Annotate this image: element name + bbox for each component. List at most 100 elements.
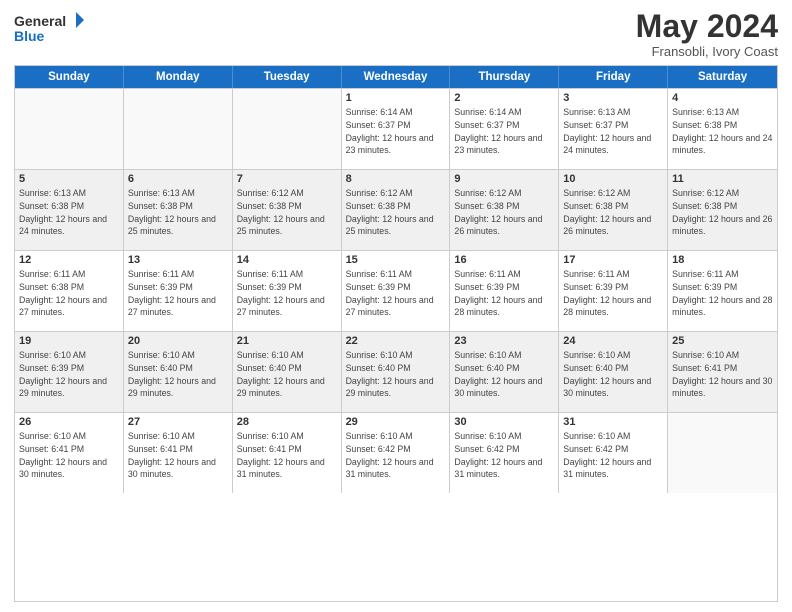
cal-cell [15, 89, 124, 169]
day-number: 1 [346, 92, 446, 104]
day-number: 15 [346, 254, 446, 266]
cal-cell: 6 Sunrise: 6:13 AM Sunset: 6:38 PM Dayli… [124, 170, 233, 250]
day-number: 4 [672, 92, 773, 104]
day-number: 2 [454, 92, 554, 104]
day-info: Sunrise: 6:10 AM Sunset: 6:40 PM Dayligh… [237, 349, 337, 400]
day-info: Sunrise: 6:12 AM Sunset: 6:38 PM Dayligh… [563, 187, 663, 238]
calendar-body: 1 Sunrise: 6:14 AM Sunset: 6:37 PM Dayli… [15, 88, 777, 493]
day-number: 18 [672, 254, 773, 266]
day-number: 20 [128, 335, 228, 347]
calendar-row-2: 5 Sunrise: 6:13 AM Sunset: 6:38 PM Dayli… [15, 169, 777, 250]
day-info: Sunrise: 6:10 AM Sunset: 6:40 PM Dayligh… [454, 349, 554, 400]
day-info: Sunrise: 6:10 AM Sunset: 6:41 PM Dayligh… [128, 430, 228, 481]
day-info: Sunrise: 6:12 AM Sunset: 6:38 PM Dayligh… [454, 187, 554, 238]
day-info: Sunrise: 6:10 AM Sunset: 6:41 PM Dayligh… [237, 430, 337, 481]
day-info: Sunrise: 6:10 AM Sunset: 6:41 PM Dayligh… [672, 349, 773, 400]
day-info: Sunrise: 6:10 AM Sunset: 6:40 PM Dayligh… [346, 349, 446, 400]
header-friday: Friday [559, 66, 668, 88]
cal-cell: 29 Sunrise: 6:10 AM Sunset: 6:42 PM Dayl… [342, 413, 451, 493]
cal-cell: 2 Sunrise: 6:14 AM Sunset: 6:37 PM Dayli… [450, 89, 559, 169]
day-info: Sunrise: 6:14 AM Sunset: 6:37 PM Dayligh… [346, 106, 446, 157]
day-info: Sunrise: 6:11 AM Sunset: 6:39 PM Dayligh… [672, 268, 773, 319]
day-number: 17 [563, 254, 663, 266]
header-tuesday: Tuesday [233, 66, 342, 88]
title-block: May 2024 Fransobli, Ivory Coast [636, 10, 778, 59]
calendar-header-row: Sunday Monday Tuesday Wednesday Thursday… [15, 66, 777, 88]
cal-cell: 14 Sunrise: 6:11 AM Sunset: 6:39 PM Dayl… [233, 251, 342, 331]
cal-cell: 12 Sunrise: 6:11 AM Sunset: 6:38 PM Dayl… [15, 251, 124, 331]
day-info: Sunrise: 6:14 AM Sunset: 6:37 PM Dayligh… [454, 106, 554, 157]
day-info: Sunrise: 6:13 AM Sunset: 6:38 PM Dayligh… [672, 106, 773, 157]
day-info: Sunrise: 6:11 AM Sunset: 6:39 PM Dayligh… [128, 268, 228, 319]
header-thursday: Thursday [450, 66, 559, 88]
cal-cell: 5 Sunrise: 6:13 AM Sunset: 6:38 PM Dayli… [15, 170, 124, 250]
day-info: Sunrise: 6:10 AM Sunset: 6:40 PM Dayligh… [128, 349, 228, 400]
svg-text:Blue: Blue [14, 28, 45, 44]
logo: General Blue [14, 10, 84, 46]
day-number: 8 [346, 173, 446, 185]
calendar: Sunday Monday Tuesday Wednesday Thursday… [14, 65, 778, 602]
logo-svg: General Blue [14, 10, 84, 46]
cal-cell: 1 Sunrise: 6:14 AM Sunset: 6:37 PM Dayli… [342, 89, 451, 169]
cal-cell: 7 Sunrise: 6:12 AM Sunset: 6:38 PM Dayli… [233, 170, 342, 250]
day-number: 12 [19, 254, 119, 266]
cal-cell: 3 Sunrise: 6:13 AM Sunset: 6:37 PM Dayli… [559, 89, 668, 169]
header-wednesday: Wednesday [342, 66, 451, 88]
cal-cell: 21 Sunrise: 6:10 AM Sunset: 6:40 PM Dayl… [233, 332, 342, 412]
day-number: 14 [237, 254, 337, 266]
day-info: Sunrise: 6:12 AM Sunset: 6:38 PM Dayligh… [346, 187, 446, 238]
cal-cell [668, 413, 777, 493]
cal-cell: 8 Sunrise: 6:12 AM Sunset: 6:38 PM Dayli… [342, 170, 451, 250]
day-number: 23 [454, 335, 554, 347]
cal-cell: 22 Sunrise: 6:10 AM Sunset: 6:40 PM Dayl… [342, 332, 451, 412]
day-info: Sunrise: 6:11 AM Sunset: 6:39 PM Dayligh… [346, 268, 446, 319]
day-number: 19 [19, 335, 119, 347]
day-number: 5 [19, 173, 119, 185]
header: General Blue May 2024 Fransobli, Ivory C… [14, 10, 778, 59]
day-info: Sunrise: 6:10 AM Sunset: 6:42 PM Dayligh… [454, 430, 554, 481]
header-sunday: Sunday [15, 66, 124, 88]
day-number: 3 [563, 92, 663, 104]
day-number: 26 [19, 416, 119, 428]
cal-cell: 27 Sunrise: 6:10 AM Sunset: 6:41 PM Dayl… [124, 413, 233, 493]
day-number: 29 [346, 416, 446, 428]
day-number: 16 [454, 254, 554, 266]
day-info: Sunrise: 6:12 AM Sunset: 6:38 PM Dayligh… [237, 187, 337, 238]
day-number: 10 [563, 173, 663, 185]
day-number: 13 [128, 254, 228, 266]
cal-cell: 16 Sunrise: 6:11 AM Sunset: 6:39 PM Dayl… [450, 251, 559, 331]
day-number: 7 [237, 173, 337, 185]
svg-text:General: General [14, 13, 66, 29]
day-number: 11 [672, 173, 773, 185]
cal-cell: 4 Sunrise: 6:13 AM Sunset: 6:38 PM Dayli… [668, 89, 777, 169]
day-info: Sunrise: 6:10 AM Sunset: 6:40 PM Dayligh… [563, 349, 663, 400]
day-number: 22 [346, 335, 446, 347]
day-info: Sunrise: 6:13 AM Sunset: 6:38 PM Dayligh… [19, 187, 119, 238]
day-info: Sunrise: 6:10 AM Sunset: 6:42 PM Dayligh… [346, 430, 446, 481]
page: General Blue May 2024 Fransobli, Ivory C… [0, 0, 792, 612]
cal-cell: 26 Sunrise: 6:10 AM Sunset: 6:41 PM Dayl… [15, 413, 124, 493]
day-number: 27 [128, 416, 228, 428]
header-monday: Monday [124, 66, 233, 88]
cal-cell: 23 Sunrise: 6:10 AM Sunset: 6:40 PM Dayl… [450, 332, 559, 412]
cal-cell [124, 89, 233, 169]
cal-cell: 18 Sunrise: 6:11 AM Sunset: 6:39 PM Dayl… [668, 251, 777, 331]
cal-cell: 25 Sunrise: 6:10 AM Sunset: 6:41 PM Dayl… [668, 332, 777, 412]
cal-cell: 10 Sunrise: 6:12 AM Sunset: 6:38 PM Dayl… [559, 170, 668, 250]
cal-cell [233, 89, 342, 169]
cal-cell: 9 Sunrise: 6:12 AM Sunset: 6:38 PM Dayli… [450, 170, 559, 250]
calendar-row-3: 12 Sunrise: 6:11 AM Sunset: 6:38 PM Dayl… [15, 250, 777, 331]
calendar-row-1: 1 Sunrise: 6:14 AM Sunset: 6:37 PM Dayli… [15, 88, 777, 169]
day-info: Sunrise: 6:11 AM Sunset: 6:39 PM Dayligh… [237, 268, 337, 319]
day-info: Sunrise: 6:10 AM Sunset: 6:41 PM Dayligh… [19, 430, 119, 481]
title-month: May 2024 [636, 10, 778, 42]
day-info: Sunrise: 6:11 AM Sunset: 6:39 PM Dayligh… [454, 268, 554, 319]
day-info: Sunrise: 6:10 AM Sunset: 6:39 PM Dayligh… [19, 349, 119, 400]
day-info: Sunrise: 6:11 AM Sunset: 6:38 PM Dayligh… [19, 268, 119, 319]
cal-cell: 19 Sunrise: 6:10 AM Sunset: 6:39 PM Dayl… [15, 332, 124, 412]
cal-cell: 30 Sunrise: 6:10 AM Sunset: 6:42 PM Dayl… [450, 413, 559, 493]
day-info: Sunrise: 6:13 AM Sunset: 6:38 PM Dayligh… [128, 187, 228, 238]
day-number: 25 [672, 335, 773, 347]
day-number: 28 [237, 416, 337, 428]
cal-cell: 24 Sunrise: 6:10 AM Sunset: 6:40 PM Dayl… [559, 332, 668, 412]
